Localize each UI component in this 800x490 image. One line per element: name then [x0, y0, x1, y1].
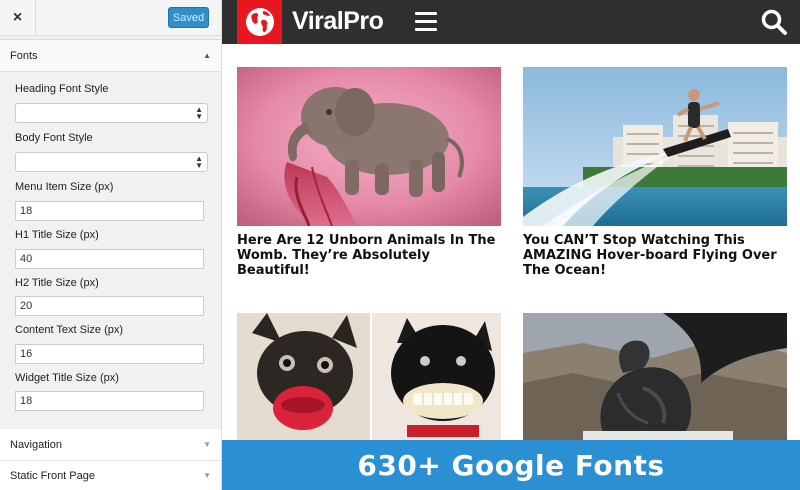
- close-button[interactable]: ×: [0, 0, 36, 36]
- saved-button[interactable]: Saved: [168, 7, 209, 28]
- widget-size-input[interactable]: 18: [15, 391, 204, 411]
- customizer-panel: × Saved Fonts ▲ Heading Font Style ▲ ▼ Bo…: [0, 0, 222, 490]
- h2-size-input[interactable]: 20: [15, 296, 204, 316]
- static-front-section-title: Static Front Page: [10, 469, 95, 482]
- site-logo[interactable]: [237, 0, 282, 44]
- chevron-down-icon: ▼: [203, 440, 211, 449]
- heading-font-select[interactable]: ▲ ▼: [15, 103, 208, 123]
- navigation-section-toggle[interactable]: Navigation ▼: [0, 429, 221, 461]
- post-title-hoverboard[interactable]: You CAN’T Stop Watching This AMAZING Hov…: [523, 233, 793, 278]
- menu-size-input[interactable]: 18: [15, 201, 204, 221]
- fonts-section-toggle[interactable]: Fonts ▲: [0, 39, 221, 72]
- body-font-label: Body Font Style: [15, 132, 93, 144]
- post-thumbnail-dogs[interactable]: [237, 313, 501, 443]
- select-arrows-icon: ▲ ▼: [195, 105, 203, 121]
- site-preview: ViralPro Here Are 12 Unborn Animals In T…: [222, 0, 800, 490]
- hamburger-menu-icon[interactable]: [415, 12, 437, 31]
- search-icon[interactable]: [760, 8, 788, 36]
- post-thumbnail-dragon[interactable]: [523, 313, 787, 443]
- panel-header: × Saved: [0, 0, 221, 36]
- h1-size-label: H1 Title Size (px): [15, 229, 99, 241]
- post-title-elephant[interactable]: Here Are 12 Unborn Animals In The Womb. …: [237, 233, 505, 278]
- body-font-select[interactable]: ▲ ▼: [15, 152, 208, 172]
- content-size-input[interactable]: 16: [15, 344, 204, 364]
- site-header: ViralPro: [222, 0, 800, 44]
- widget-size-label: Widget Title Size (px): [15, 372, 119, 384]
- menu-size-label: Menu Item Size (px): [15, 181, 114, 193]
- chevron-up-icon: ▲: [203, 51, 211, 60]
- h1-size-input[interactable]: 40: [15, 249, 204, 269]
- post-thumbnail-elephant[interactable]: [237, 67, 501, 226]
- site-brand[interactable]: ViralPro: [292, 7, 384, 36]
- post-thumbnail-hoverboard[interactable]: [523, 67, 787, 226]
- close-icon: ×: [12, 9, 23, 26]
- navigation-section-title: Navigation: [10, 438, 62, 451]
- h2-size-label: H2 Title Size (px): [15, 277, 99, 289]
- select-arrows-icon: ▲ ▼: [195, 154, 203, 170]
- heading-font-label: Heading Font Style: [15, 83, 109, 95]
- content-size-label: Content Text Size (px): [15, 324, 124, 336]
- promo-banner: 630+ Google Fonts: [222, 440, 800, 490]
- globe-icon: [245, 8, 274, 36]
- chevron-down-icon: ▼: [203, 471, 211, 480]
- static-front-section-toggle[interactable]: Static Front Page ▼: [0, 461, 221, 490]
- fonts-section-title: Fonts: [10, 49, 38, 62]
